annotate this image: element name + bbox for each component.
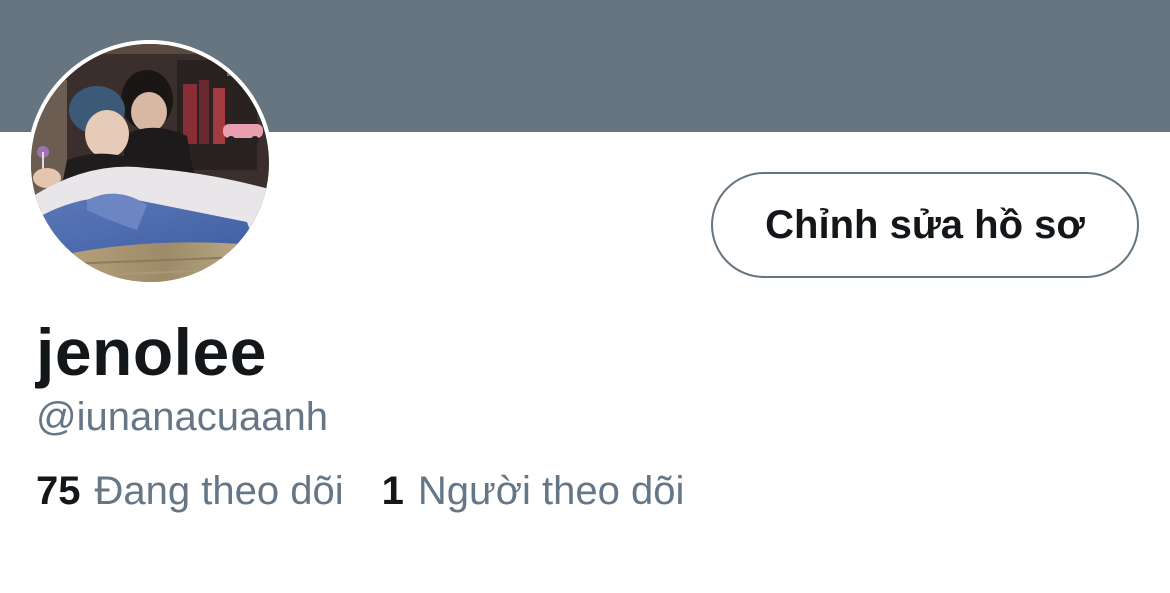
- profile-avatar[interactable]: [27, 40, 273, 286]
- following-link[interactable]: 75 Đang theo dõi: [36, 466, 344, 516]
- edit-profile-button[interactable]: Chỉnh sửa hồ sơ: [711, 172, 1139, 278]
- avatar-photo: [27, 40, 273, 286]
- followers-label: Người theo dõi: [417, 469, 685, 513]
- display-name: jenolee: [36, 315, 267, 389]
- following-label: Đang theo dõi: [94, 469, 344, 513]
- user-handle: @iunanacuaanh: [36, 395, 328, 439]
- following-count: 75: [36, 469, 81, 513]
- profile-page: Chỉnh sửa hồ sơ jenolee @iunanacuaanh 75…: [0, 0, 1170, 593]
- profile-stats: 75 Đang theo dõi 1 Người theo dõi: [36, 466, 684, 516]
- followers-link[interactable]: 1 Người theo dõi: [382, 466, 685, 516]
- followers-count: 1: [381, 469, 404, 513]
